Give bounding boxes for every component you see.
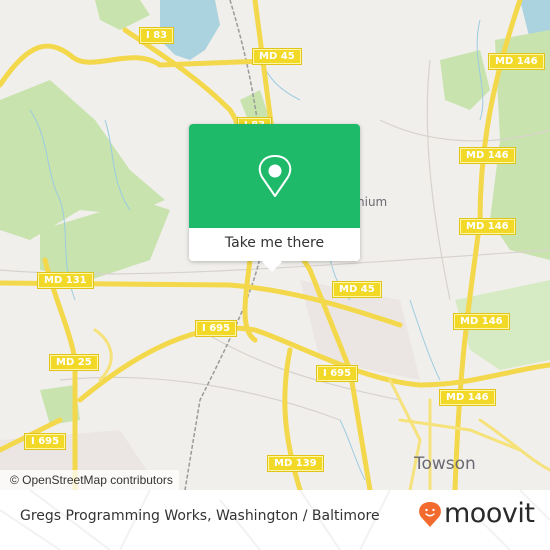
moovit-pin-icon xyxy=(419,502,441,527)
road-shield-md45: MD 45 xyxy=(253,49,301,64)
footer-location-title: Gregs Programming Works, Washington / Ba… xyxy=(20,508,380,524)
road-shield-i83: I 83 xyxy=(140,28,174,43)
road-shield-md146: MD 146 xyxy=(460,219,515,234)
popup-header xyxy=(189,124,360,228)
road-shield-i695: I 695 xyxy=(196,321,237,336)
road-shield-md45: MD 45 xyxy=(333,282,381,297)
road-shield-i695: I 695 xyxy=(25,434,66,449)
map-attribution[interactable]: © OpenStreetMap contributors xyxy=(0,470,179,490)
location-pin-icon xyxy=(258,155,292,197)
footer-bar: Gregs Programming Works, Washington / Ba… xyxy=(0,490,550,550)
road-shield-md131: MD 131 xyxy=(38,273,93,288)
road-shield-md146: MD 146 xyxy=(440,390,495,405)
location-popup: Take me there xyxy=(189,124,360,272)
road-shield-md146: MD 146 xyxy=(489,54,544,69)
road-shield-md139: MD 139 xyxy=(268,456,323,471)
map-view[interactable]: I 83 MD 45 I 83 MD 146 MD 146 MD 146 MD … xyxy=(0,0,550,490)
moovit-logo[interactable]: moovit xyxy=(418,498,535,529)
take-me-there-button[interactable]: Take me there xyxy=(189,228,360,261)
road-shield-md146: MD 146 xyxy=(460,148,515,163)
road-shield-md25: MD 25 xyxy=(50,355,98,370)
place-label-timonium: nium xyxy=(357,195,388,209)
road-shield-md146: MD 146 xyxy=(454,314,509,329)
place-label-towson: Towson xyxy=(414,454,476,474)
road-shield-i695: I 695 xyxy=(317,366,358,381)
moovit-wordmark: moovit xyxy=(444,498,535,529)
